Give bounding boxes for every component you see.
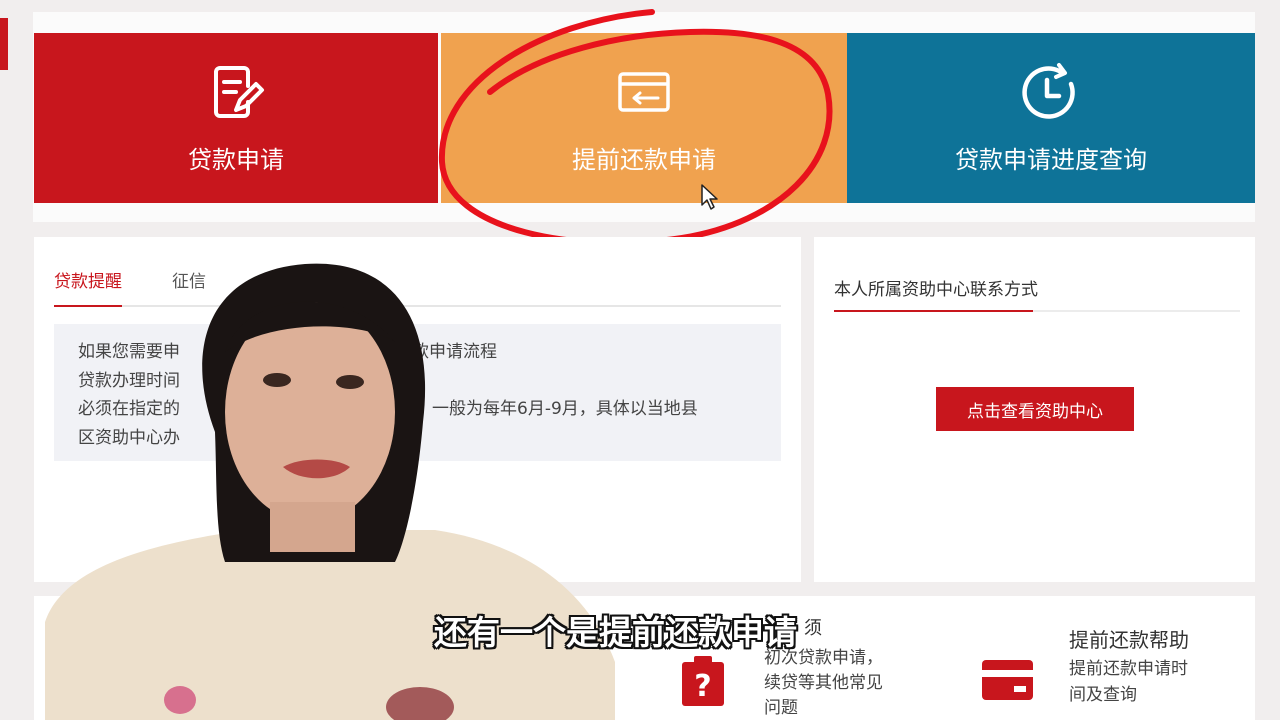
- video-subtitle: 还有一个是提前还款申请: [434, 613, 797, 652]
- credit-card-icon[interactable]: [980, 658, 1035, 702]
- help-item-2-text: 初次贷款申请， 续贷等其他常见 问题: [764, 648, 883, 718]
- contact-title: 本人所属资助中心联系方式: [834, 280, 1038, 300]
- card-return-icon: [618, 71, 670, 112]
- document-edit-icon: [214, 65, 264, 118]
- help-item-2-title: 须: [804, 618, 822, 639]
- view-aid-center-button[interactable]: 点击查看资助中心: [936, 387, 1134, 431]
- question-bag-icon[interactable]: ?: [678, 654, 728, 708]
- contact-divider-active: [834, 310, 1033, 312]
- loan-apply-tile[interactable]: 贷款申请: [34, 33, 438, 203]
- loan-apply-label: 贷款申请: [188, 145, 284, 174]
- prepay-help-text: 提前还款申请时 间及查询: [1069, 659, 1188, 705]
- progress-query-label: 贷款申请进度查询: [955, 145, 1147, 174]
- contact-card: 本人所属资助中心联系方式 点击查看资助中心: [814, 237, 1255, 582]
- prepay-apply-label: 提前还款申请: [572, 145, 716, 174]
- left-accent-bar: [0, 18, 8, 70]
- clock-refresh-icon: [1022, 62, 1075, 119]
- mouse-cursor-icon: [701, 184, 718, 210]
- prepay-apply-tile[interactable]: 提前还款申请: [441, 33, 847, 203]
- svg-text:?: ?: [694, 669, 711, 704]
- progress-query-tile[interactable]: 贷款申请进度查询: [847, 33, 1255, 203]
- prepay-help-title[interactable]: 提前还款帮助: [1069, 624, 1189, 653]
